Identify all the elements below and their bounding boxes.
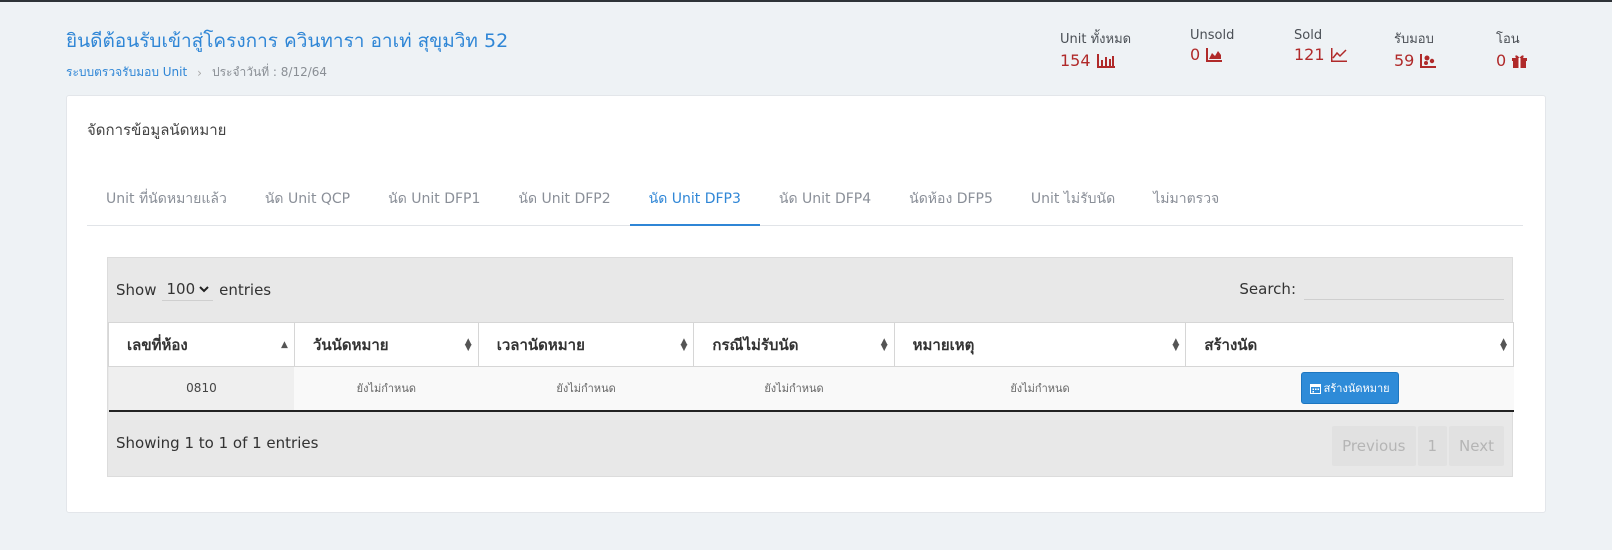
entries-select[interactable]: 100 [162,278,214,301]
breadcrumb-date: ประจำวันที่ : 8/12/64 [211,65,328,79]
stat-label: โอน [1496,32,1520,47]
sort-icon: ▲ ▼ [1500,336,1507,353]
sort-icon: ▲ ▼ [880,336,888,353]
stat-value: 59 [1394,51,1415,70]
sort-icon: ▲ ▼ [464,336,472,353]
table-info: Showing 1 to 1 of 1 entries [116,433,319,452]
col-header-time[interactable]: เวลานัดหมาย ▲ ▼ [477,322,695,367]
cell-note: ยังไม่กำหนด [894,366,1186,412]
next-page-button[interactable]: Next [1449,425,1504,466]
length-control: Show 100 entries [116,278,271,301]
previous-page-button[interactable]: Previous [1332,425,1416,466]
bar-chart-icon [1096,53,1115,68]
stat-total-units: Unit ทั้งหมด 154 [1060,28,1162,70]
search-input[interactable] [1304,278,1504,300]
tab-unit-declined[interactable]: Unit ไม่รับนัด [1012,174,1134,226]
tab-unit-dfp2[interactable]: นัด Unit DFP2 [499,174,629,226]
stat-label: Sold [1294,28,1323,43]
stat-label: Unit ทั้งหมด [1060,32,1132,47]
appointments-table: เลขที่ห้อง ▲ วันนัดหมาย ▲ ▼ เวลานัดหมาย ▲ ▼ ก… [108,322,1514,412]
col-header-room[interactable]: เลขที่ห้อง ▲ [108,322,295,367]
page-title: ยินดีต้อนรับเข้าสู่โครงการ ควินทารา อาเท… [66,30,509,52]
datatable-wrapper: Show 100 entries Search: เลขที่ห้อง ▲ วั… [107,257,1514,477]
col-header-date[interactable]: วันนัดหมาย ▲ ▼ [293,322,479,367]
cell-date: ยังไม่กำหนด [294,366,479,412]
create-appointment-label: สร้างนัดหมาย [1323,382,1390,396]
area-chart-icon [1206,47,1223,62]
entries-select-value: 100 [166,280,196,298]
chevron-down-icon [199,286,209,293]
create-appointment-button[interactable]: สร้างนัดหมาย [1300,372,1399,405]
search-control: Search: [1239,278,1504,300]
stat-value: 0 [1496,51,1507,70]
stat-label: Unsold [1190,28,1235,43]
breadcrumb-system-link[interactable]: ระบบตรวจรับมอบ Unit [66,63,187,82]
stat-value: 154 [1060,51,1091,70]
sort-icon: ▲ ▼ [1172,336,1180,353]
stat-transferred: โอน 0 [1496,28,1542,70]
search-label: Search: [1239,280,1296,298]
cell-room: 0810 [108,366,295,412]
tab-unit-qcp[interactable]: นัด Unit QCP [246,174,369,226]
tab-unit-dfp4[interactable]: นัด Unit DFP4 [760,174,890,226]
tab-unit-dfp3[interactable]: นัด Unit DFP3 [629,174,760,226]
cell-time: ยังไม่กำหนด [478,366,694,412]
tab-bar: Unit ที่นัดหมายแล้ว นัด Unit QCP นัด Uni… [87,174,1523,226]
stat-label: รับมอบ [1394,32,1434,47]
breadcrumb: ระบบตรวจรับมอบ Unit › ประจำวันที่ : 8/12… [66,63,508,82]
stat-sold: Sold 121 [1294,28,1366,70]
stat-value: 121 [1294,45,1325,64]
appointment-card: จัดการข้อมูลนัดหมาย Unit ที่นัดหมายแล้ว … [66,95,1546,513]
col-header-note[interactable]: หมายเหตุ ▲ ▼ [893,322,1187,367]
gift-icon [1512,54,1528,68]
line-chart-icon [1330,47,1347,62]
tab-room-dfp5[interactable]: นัดห้อง DFP5 [890,174,1012,226]
show-label: Show [116,280,157,299]
table-header-row: เลขที่ห้อง ▲ วันนัดหมาย ▲ ▼ เวลานัดหมาย ▲ ▼ ก… [108,322,1514,367]
chevron-right-icon: › [197,65,202,80]
stat-unsold: Unsold 0 [1190,28,1266,70]
cell-reject: ยังไม่กำหนด [693,366,895,412]
tab-appointed-units[interactable]: Unit ที่นัดหมายแล้ว [87,174,246,226]
entries-label: entries [219,280,272,299]
sort-asc-icon: ▲ [280,339,288,350]
page-header: ยินดีต้อนรับเข้าสู่โครงการ ควินทารา อาเท… [66,26,508,82]
tab-no-show[interactable]: ไม่มาตรวจ [1134,174,1238,226]
col-header-create[interactable]: สร้างนัด ▲ ▼ [1185,322,1514,367]
card-title: จัดการข้อมูลนัดหมาย [87,121,227,139]
pagination: Previous 1 Next [1332,425,1504,466]
sort-icon: ▲ ▼ [680,336,688,353]
page-1-button[interactable]: 1 [1417,425,1448,466]
stat-received: รับมอบ 59 [1394,28,1468,70]
cell-create: สร้างนัดหมาย [1185,366,1514,412]
tab-unit-dfp1[interactable]: นัด Unit DFP1 [369,174,499,226]
pie-chart-icon [1420,53,1437,68]
col-header-reject[interactable]: กรณีไม่รับนัด ▲ ▼ [693,322,895,367]
stat-value: 0 [1190,45,1201,64]
calendar-icon [1309,383,1321,394]
table-row: 0810 ยังไม่กำหนด ยังไม่กำหนด ยังไม่กำหนด… [108,366,1514,412]
stats-bar: Unit ทั้งหมด 154 Unsold 0 Sold 121 รับมอ… [1060,28,1612,70]
